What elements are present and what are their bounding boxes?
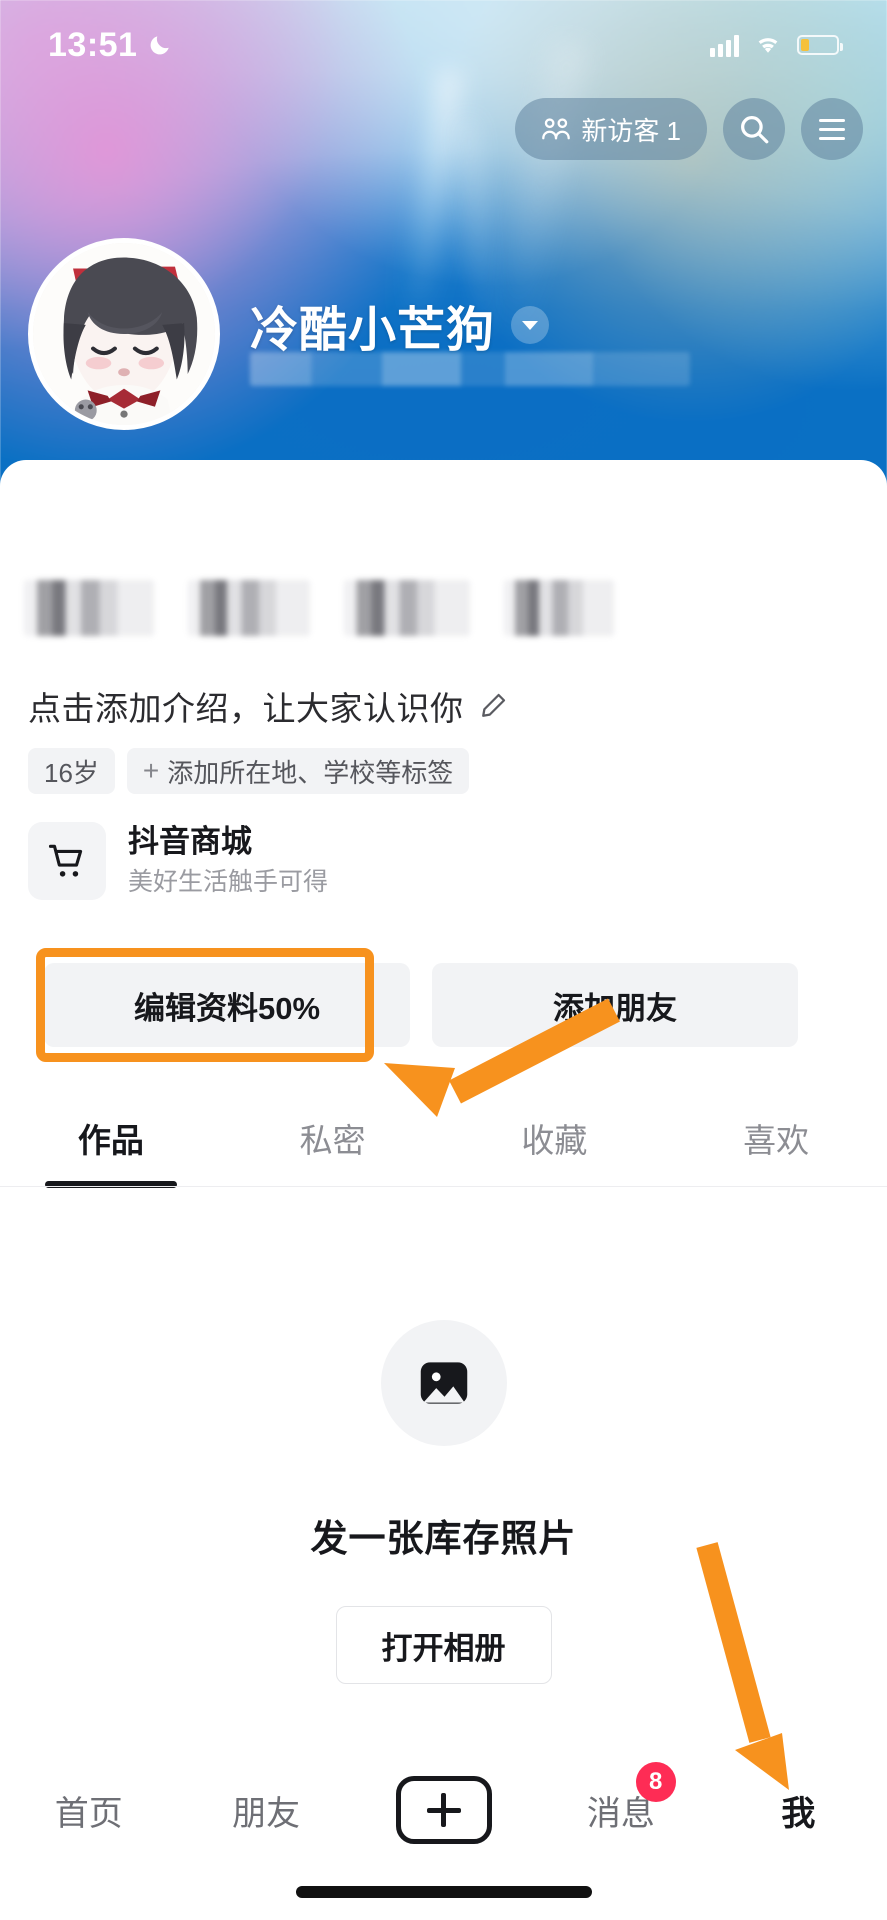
wifi-icon xyxy=(758,38,778,53)
moon-icon xyxy=(151,36,170,55)
home-indicator xyxy=(295,1886,592,1898)
signal-bars-icon xyxy=(710,33,739,57)
profile-content-sheet xyxy=(0,460,887,1920)
tag-age[interactable]: 16岁 xyxy=(28,748,115,794)
mall-card-text: 抖音商城 美好生活触手可得 xyxy=(128,823,328,900)
pencil-icon[interactable] xyxy=(478,691,508,721)
edit-profile-button[interactable]: 编辑资料50% xyxy=(44,963,410,1047)
douyin-mall-card[interactable]: 抖音商城 美好生活触手可得 xyxy=(28,822,328,900)
stat-item-redacted[interactable] xyxy=(344,580,470,636)
status-bar: 13:51 xyxy=(0,0,887,90)
stat-item-redacted[interactable] xyxy=(24,580,154,636)
open-album-button[interactable]: 打开相册 xyxy=(335,1606,552,1684)
nav-item-messages[interactable]: 消息 8 xyxy=(532,1762,709,1842)
avatar[interactable] xyxy=(28,238,220,430)
hamburger-menu-icon xyxy=(819,118,845,140)
chevron-down-icon[interactable] xyxy=(511,306,550,344)
stat-item-redacted[interactable] xyxy=(504,580,614,636)
tab-favorites[interactable]: 收藏 xyxy=(444,1114,666,1162)
douyin-profile-screen: 13:51 新访客 1 冷酷小芒狗 点击添加介绍，让大家认识你 16岁 + 添加… xyxy=(0,0,887,1920)
profile-display-name: 冷酷小芒狗 xyxy=(250,304,496,357)
status-bar-right xyxy=(710,33,843,57)
header-actions: 新访客 1 xyxy=(515,98,863,160)
bio-row[interactable]: 点击添加介绍，让大家认识你 xyxy=(28,682,508,730)
tag-age-label: 16岁 xyxy=(44,757,99,788)
content-tabs: 作品 私密 收藏 喜欢 xyxy=(0,1090,887,1186)
bio-placeholder-text: 点击添加介绍，让大家认识你 xyxy=(28,690,464,727)
tag-add-label: 添加所在地、学校等标签 xyxy=(167,757,454,788)
nav-item-friends[interactable]: 朋友 xyxy=(177,1778,354,1842)
nav-item-create[interactable] xyxy=(355,1776,532,1844)
status-bar-left: 13:51 xyxy=(48,26,173,65)
empty-state-title: 发一张库存照片 xyxy=(310,1518,577,1559)
tag-add-location-school[interactable]: + 添加所在地、学校等标签 xyxy=(126,748,470,794)
nav-item-home[interactable]: 首页 xyxy=(0,1778,177,1842)
shopping-cart-icon xyxy=(28,822,106,900)
messages-badge: 8 xyxy=(635,1762,676,1802)
plus-icon: + xyxy=(142,755,160,786)
battery-low-icon xyxy=(797,35,843,55)
menu-button[interactable] xyxy=(801,98,863,160)
status-bar-clock: 13:51 xyxy=(48,25,138,64)
tabs-divider xyxy=(0,1186,887,1187)
profile-name-row[interactable]: 冷酷小芒狗 xyxy=(250,290,550,360)
empty-state: 发一张库存照片 打开相册 xyxy=(0,1320,887,1684)
plus-create-icon xyxy=(395,1776,492,1844)
add-friend-button[interactable]: 添加朋友 xyxy=(432,963,798,1047)
profile-id-redacted xyxy=(250,352,690,386)
search-button[interactable] xyxy=(723,98,785,160)
profile-tags-row: 16岁 + 添加所在地、学校等标签 xyxy=(28,748,470,794)
tab-works[interactable]: 作品 xyxy=(0,1114,222,1162)
image-placeholder-icon xyxy=(380,1320,507,1446)
search-icon xyxy=(741,116,769,144)
avatar-image xyxy=(33,243,215,425)
profile-stats-row[interactable] xyxy=(24,580,614,636)
people-icon xyxy=(542,118,571,140)
nav-item-me[interactable]: 我 xyxy=(710,1778,887,1842)
mall-subtitle: 美好生活触手可得 xyxy=(128,867,329,896)
mall-title: 抖音商城 xyxy=(128,823,252,859)
tab-private[interactable]: 私密 xyxy=(222,1114,444,1162)
profile-action-buttons: 编辑资料50% 添加朋友 xyxy=(44,963,798,1047)
tab-likes[interactable]: 喜欢 xyxy=(665,1114,887,1162)
stat-item-redacted[interactable] xyxy=(188,580,310,636)
new-visitor-label: 新访客 1 xyxy=(581,115,681,146)
new-visitor-pill[interactable]: 新访客 1 xyxy=(515,98,707,160)
